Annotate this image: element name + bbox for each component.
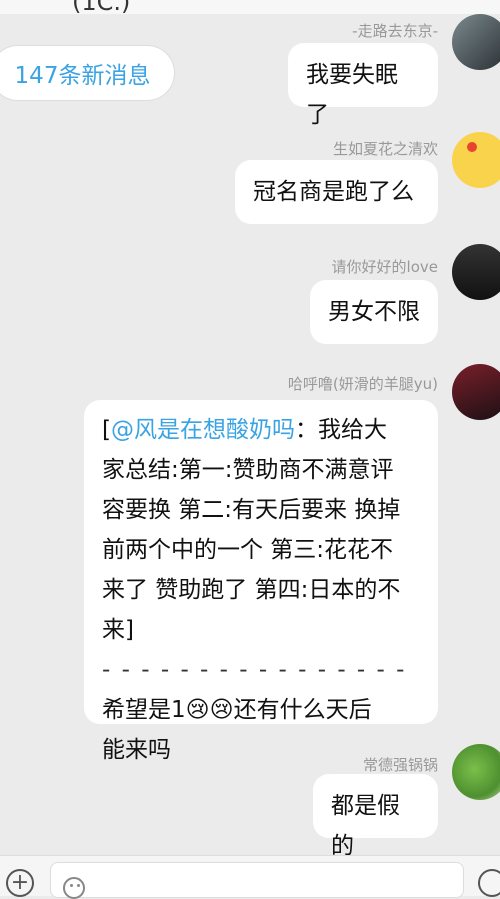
avatar[interactable] [452, 364, 500, 420]
message-line: [@风是在想酸奶吗：我给大 [102, 417, 387, 443]
plus-icon: + [10, 870, 30, 895]
message-input[interactable] [50, 862, 464, 899]
message-line: 来了 赞助跑了 第四:日本的不 [102, 577, 401, 603]
message-line: 来] [102, 617, 134, 643]
message-text: 都是假的 [331, 793, 400, 859]
message-item: 常德强锅锅 都是假的 [0, 744, 500, 859]
voice-button[interactable] [478, 869, 500, 897]
message-line: - - - - - - - - - - - - - - - - [102, 657, 407, 683]
message-line: 家总结:第一:赞助商不满意评 [102, 457, 394, 483]
add-button[interactable]: + [6, 869, 34, 897]
message-item: 哈呼噜(妍滑的羊腿yu) [@风是在想酸奶吗：我给大 家总结:第一:赞助商不满意… [0, 364, 500, 763]
message-text: 冠名商是跑了么 [253, 179, 414, 205]
message-bubble[interactable]: 我要失眠了 [288, 43, 438, 128]
composer-bar: + [0, 855, 500, 899]
sender-name: -走路去东京- [352, 22, 438, 40]
message-item: 生如夏花之清欢 冠名商是跑了么 [0, 132, 500, 242]
message-bubble[interactable]: 冠名商是跑了么 [235, 160, 438, 224]
mention-link[interactable]: @风是在想酸奶吗 [111, 417, 295, 443]
message-line: 容要换 第二:有天后要来 换掉 [102, 497, 401, 523]
message-line: 前两个中的一个 第三:花花不 [102, 537, 394, 563]
message-text: 男女不限 [328, 299, 420, 325]
sender-name: 生如夏花之清欢 [332, 140, 438, 158]
sender-name: 哈呼噜(妍滑的羊腿yu) [287, 375, 438, 393]
sender-name: 常德强锅锅 [362, 756, 438, 774]
avatar[interactable] [452, 14, 500, 70]
avatar[interactable] [452, 132, 500, 188]
message-line: 希望是1😢😢还有什么天后 [102, 697, 372, 723]
emoji-icon[interactable] [63, 877, 85, 899]
emoji-eye-left [70, 884, 73, 887]
message-item: -走路去东京- 我要失眠了 [0, 0, 500, 128]
message-bubble[interactable]: [@风是在想酸奶吗：我给大 家总结:第一:赞助商不满意评 容要换 第二:有天后要… [84, 400, 438, 763]
avatar[interactable] [452, 744, 500, 800]
message-item: 请你好好的love 男女不限 [0, 244, 500, 350]
avatar-dot [467, 142, 477, 152]
message-bubble[interactable]: 男女不限 [310, 280, 438, 344]
message-bubble[interactable]: 都是假的 [313, 774, 438, 859]
avatar[interactable] [452, 244, 500, 300]
sender-name: 请你好好的love [331, 258, 438, 276]
message-text: 我要失眠了 [306, 62, 398, 128]
emoji-eye-right [77, 884, 80, 887]
